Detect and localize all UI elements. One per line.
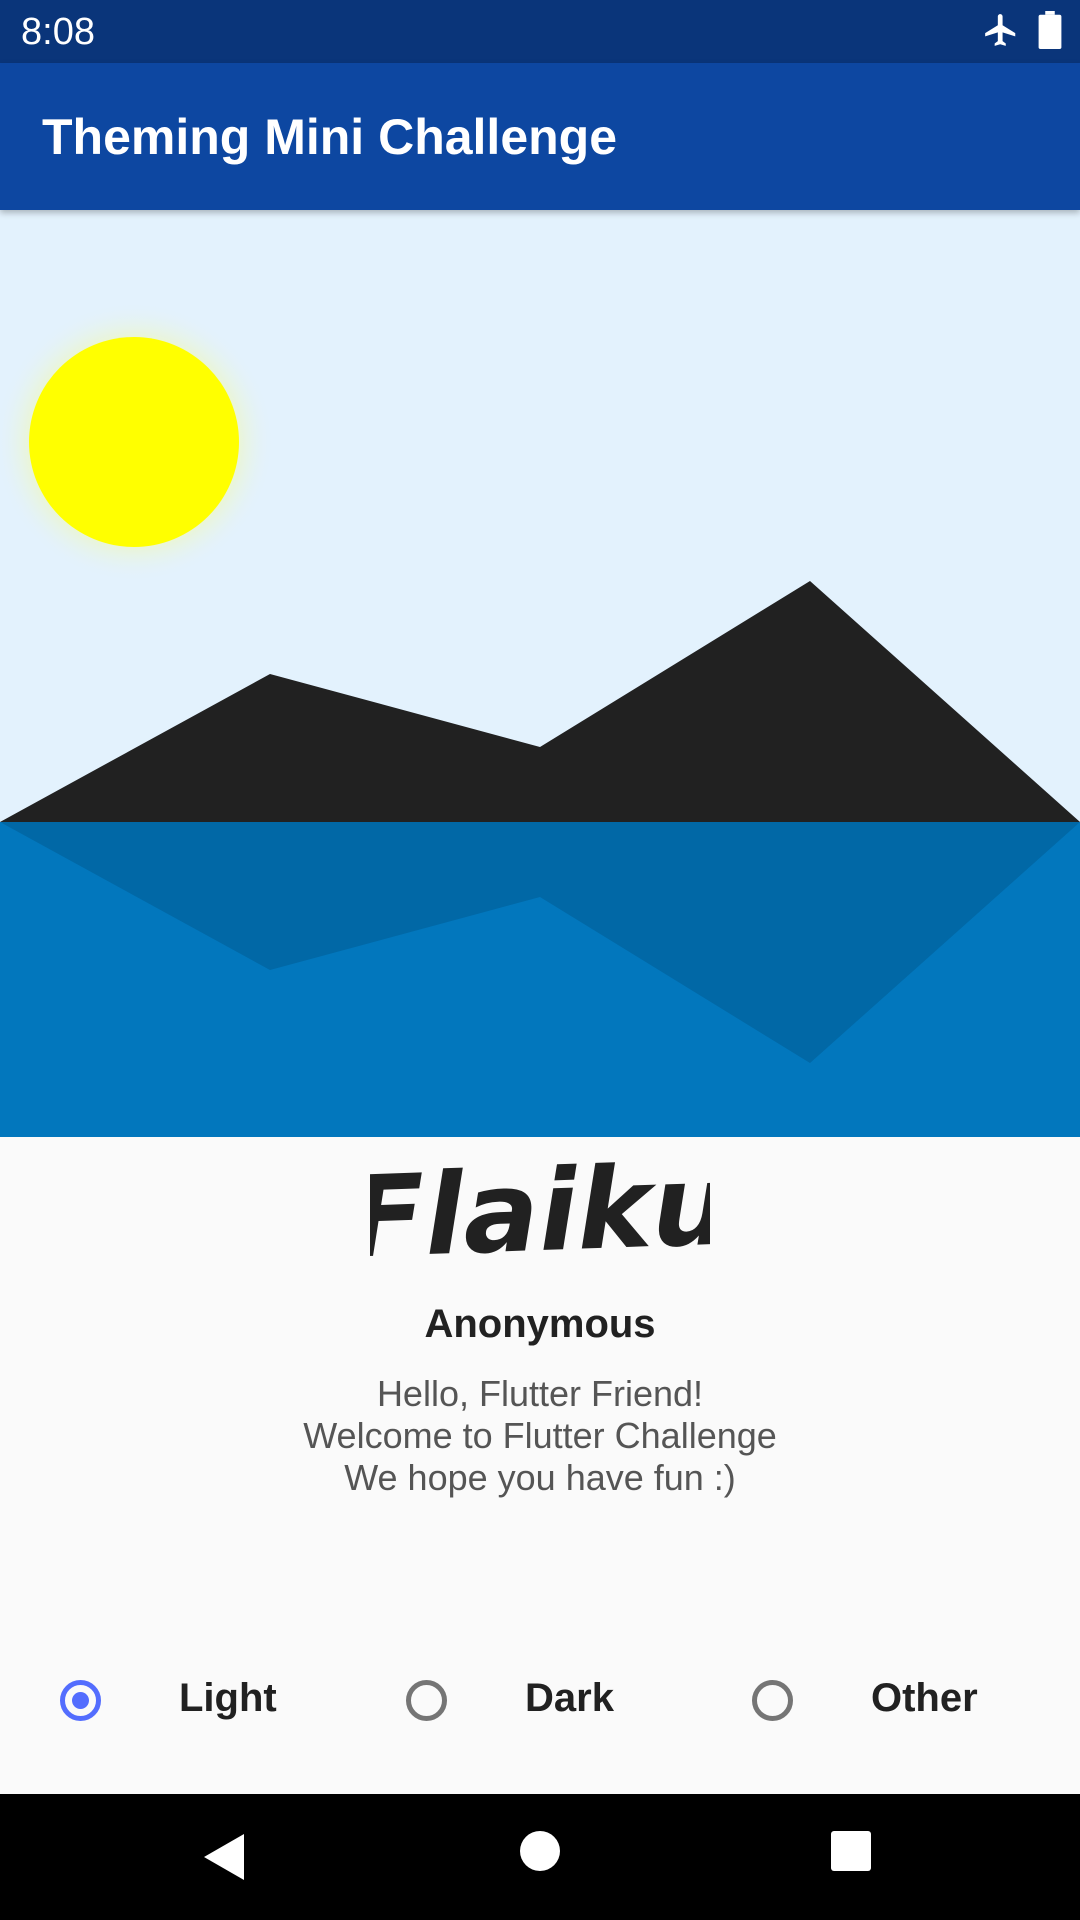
radio-unselected-icon[interactable] <box>406 1679 447 1721</box>
navigation-bar <box>0 1794 1080 1920</box>
status-icons <box>982 10 1062 54</box>
welcome-message: Hello, Flutter Friend! Welcome to Flutte… <box>0 1373 1080 1499</box>
author-name: Anonymous <box>424 1302 656 1346</box>
theme-label-dark[interactable]: Dark <box>525 1676 614 1721</box>
sun <box>29 337 239 547</box>
radio-unselected-icon[interactable] <box>752 1679 793 1721</box>
app-title: Theming Mini Challenge <box>42 109 618 165</box>
landscape-illustration <box>0 210 1080 1137</box>
flaiku-logo: Flaiku <box>346 1140 733 1283</box>
theme-label-light[interactable]: Light <box>179 1676 277 1721</box>
svg-text:Flaiku: Flaiku <box>370 1160 710 1270</box>
theme-selector: Light Dark Other <box>0 1660 1080 1740</box>
back-icon[interactable] <box>200 1830 250 1889</box>
theme-label-other[interactable]: Other <box>871 1676 978 1721</box>
app-bar: Theming Mini Challenge <box>0 63 1080 210</box>
message-line: Hello, Flutter Friend! <box>376 1373 704 1414</box>
app-logo: Flaiku <box>0 1140 1080 1283</box>
airplane-mode-icon <box>982 11 1020 54</box>
recents-icon[interactable] <box>830 1830 872 1877</box>
theme-option-dark[interactable] <box>406 1660 447 1740</box>
radio-selected-icon[interactable] <box>60 1679 101 1721</box>
message-line: We hope you have fun :) <box>344 1457 736 1498</box>
status-time: 8:08 <box>21 11 95 53</box>
status-bar: 8:08 <box>0 0 1080 63</box>
theme-option-light[interactable] <box>60 1660 101 1740</box>
battery-icon <box>1038 10 1062 54</box>
home-icon[interactable] <box>519 1830 561 1877</box>
theme-option-other[interactable] <box>752 1660 793 1740</box>
message-line: Welcome to Flutter Challenge <box>303 1415 777 1456</box>
